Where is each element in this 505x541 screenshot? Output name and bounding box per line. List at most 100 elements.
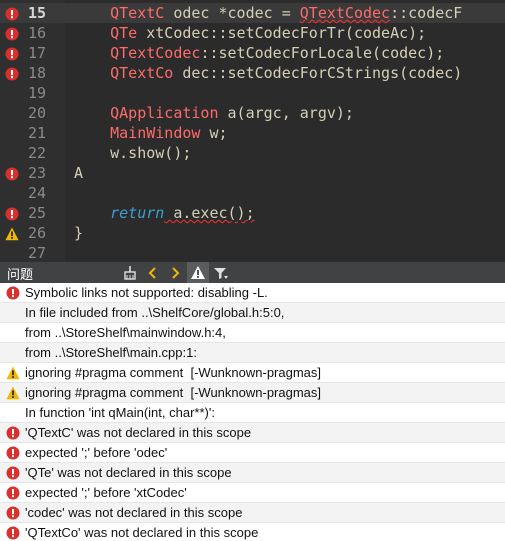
show-warnings-toggle[interactable] bbox=[187, 262, 209, 283]
line-number: 18 bbox=[27, 64, 46, 82]
issue-row[interactable]: 'QTextCo' was not declared in this scope bbox=[0, 523, 505, 541]
code-line[interactable]: 21 MainWindow w; bbox=[0, 123, 505, 143]
line-number: 20 bbox=[27, 104, 46, 122]
issue-text: from ..\StoreShelf\main.cpp:1: bbox=[25, 345, 197, 360]
line-error-marker[interactable] bbox=[5, 46, 19, 61]
line-error-marker[interactable] bbox=[5, 26, 19, 41]
clear-issues-button[interactable] bbox=[119, 262, 141, 283]
filter-button[interactable] bbox=[210, 262, 232, 283]
issues-toolbar: 问题 bbox=[0, 262, 505, 283]
error-icon bbox=[5, 207, 19, 221]
issue-text: In file included from ..\ShelfCore/globa… bbox=[25, 305, 285, 320]
issue-row[interactable]: expected ';' before 'odec' bbox=[0, 443, 505, 463]
issues-list: Symbolic links not supported: disabling … bbox=[0, 283, 505, 541]
line-error-marker[interactable] bbox=[5, 166, 19, 181]
code-text: w.show(); bbox=[74, 143, 191, 163]
line-number: 19 bbox=[27, 84, 46, 102]
code-line[interactable]: 27 bbox=[0, 243, 505, 262]
previous-issue-button[interactable] bbox=[142, 262, 164, 283]
issue-text: Symbolic links not supported: disabling … bbox=[25, 285, 268, 300]
code-line[interactable]: 24 bbox=[0, 183, 505, 203]
error-icon bbox=[5, 67, 19, 81]
next-issue-button[interactable] bbox=[164, 262, 186, 283]
line-number: 22 bbox=[27, 144, 46, 162]
error-icon bbox=[6, 446, 20, 460]
error-icon bbox=[6, 426, 20, 440]
code-token: return bbox=[110, 204, 165, 222]
error-icon bbox=[6, 506, 20, 520]
warning-icon bbox=[6, 386, 20, 400]
issue-text: In function 'int qMain(int, char**)': bbox=[25, 405, 215, 420]
issue-text: expected ';' before 'odec' bbox=[25, 445, 168, 460]
code-text: } bbox=[74, 223, 83, 243]
code-line[interactable]: 23 A bbox=[0, 163, 505, 183]
issue-row[interactable]: from ..\StoreShelf\mainwindow.h:4, bbox=[0, 323, 505, 343]
issue-text: 'QTextCo' was not declared in this scope bbox=[25, 525, 259, 540]
error-icon bbox=[5, 167, 19, 181]
issue-row[interactable]: ignoring #pragma comment [-Wunknown-prag… bbox=[0, 383, 505, 403]
line-warning-marker[interactable] bbox=[5, 226, 19, 241]
line-number: 16 bbox=[27, 24, 46, 42]
error-icon bbox=[6, 466, 20, 480]
line-number: 21 bbox=[27, 124, 46, 142]
code-token: a(argc, argv); bbox=[218, 104, 354, 122]
error-icon bbox=[6, 506, 20, 520]
code-line[interactable]: 20 QApplication a(argc, argv); bbox=[0, 103, 505, 123]
code-line[interactable]: 18 QTextCo dec::setCodecForCStrings(code… bbox=[0, 63, 505, 83]
warning-icon bbox=[6, 366, 20, 380]
error-icon bbox=[6, 286, 20, 300]
code-text: MainWindow w; bbox=[74, 123, 227, 143]
code-token: a.exec(); bbox=[164, 204, 255, 222]
issue-text: ignoring #pragma comment [-Wunknown-prag… bbox=[25, 365, 322, 380]
issue-row[interactable]: expected ';' before 'xtCodec' bbox=[0, 483, 505, 503]
code-text: return a.exec(); bbox=[74, 203, 255, 223]
line-error-marker[interactable] bbox=[5, 66, 19, 81]
code-token: = bbox=[272, 4, 300, 22]
line-error-marker[interactable] bbox=[5, 206, 19, 221]
code-token: QTe bbox=[110, 24, 138, 42]
issue-row[interactable]: 'QTe' was not declared in this scope bbox=[0, 463, 505, 483]
code-token: } bbox=[74, 224, 84, 242]
issue-row[interactable]: In function 'int qMain(int, char**)': bbox=[0, 403, 505, 423]
code-token: QTextCodec bbox=[299, 4, 391, 22]
issue-row[interactable]: 'codec' was not declared in this scope bbox=[0, 503, 505, 523]
line-number: 17 bbox=[27, 44, 46, 62]
issues-pane-title: 问题 bbox=[7, 267, 34, 282]
warning-icon bbox=[6, 366, 20, 380]
error-icon bbox=[6, 486, 20, 500]
code-token: A bbox=[74, 164, 84, 182]
warning-icon bbox=[6, 386, 20, 400]
code-token: xtCodec::setCodecForTr(codeAc); bbox=[137, 24, 427, 42]
issue-text: 'QTe' was not declared in this scope bbox=[25, 465, 232, 480]
issue-row[interactable]: from ..\StoreShelf\main.cpp:1: bbox=[0, 343, 505, 363]
code-line[interactable]: 16 QTe xtCodec::setCodecForTr(codeAc); bbox=[0, 23, 505, 43]
error-icon bbox=[6, 286, 20, 300]
code-line[interactable]: 17 QTextCodec::setCodecForLocale(codec); bbox=[0, 43, 505, 63]
code-line[interactable]: 15 QTextC odec *codec = QTextCodec::code… bbox=[0, 3, 505, 23]
code-line[interactable]: 26} bbox=[0, 223, 505, 243]
error-icon bbox=[6, 526, 20, 540]
issue-row[interactable]: ignoring #pragma comment [-Wunknown-prag… bbox=[0, 363, 505, 383]
warning-icon bbox=[191, 266, 205, 279]
filter-icon bbox=[214, 267, 228, 279]
issue-row[interactable]: Symbolic links not supported: disabling … bbox=[0, 283, 505, 303]
code-token: MainWindow bbox=[110, 124, 201, 142]
line-error-marker[interactable] bbox=[5, 6, 19, 21]
error-icon bbox=[5, 7, 19, 21]
error-icon bbox=[6, 446, 20, 460]
code-token: QTextCo bbox=[110, 64, 174, 82]
code-token: QTextCodec bbox=[110, 44, 201, 62]
line-number: 27 bbox=[27, 244, 46, 262]
code-line[interactable]: 19 bbox=[0, 83, 505, 103]
issue-row[interactable]: 'QTextC' was not declared in this scope bbox=[0, 423, 505, 443]
code-line[interactable]: 22 w.show(); bbox=[0, 143, 505, 163]
line-number: 24 bbox=[27, 184, 46, 202]
line-number: 25 bbox=[27, 204, 46, 222]
issue-row[interactable]: In file included from ..\ShelfCore/globa… bbox=[0, 303, 505, 323]
code-line[interactable]: 25 return a.exec(); bbox=[0, 203, 505, 223]
code-editor[interactable]: 15 QTextC odec *codec = QTextCodec::code… bbox=[0, 0, 505, 262]
